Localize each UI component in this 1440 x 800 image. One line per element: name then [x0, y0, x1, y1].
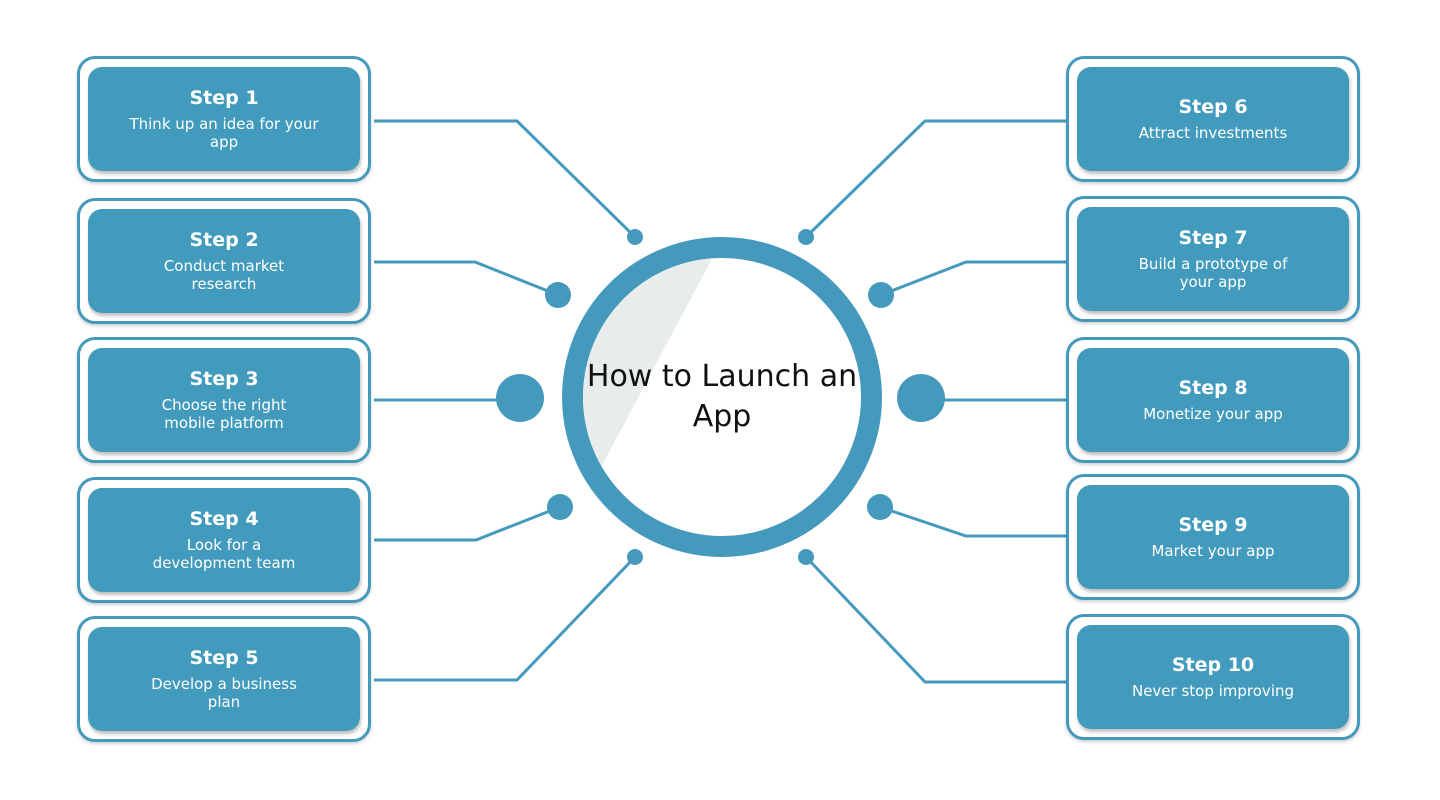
connector-step-9: [879, 505, 1066, 538]
node-dot-3: [496, 374, 544, 422]
node-dot-10: [798, 549, 814, 565]
step-desc: Choose the right mobile platform: [161, 396, 287, 432]
step-card-5: Step 5 Develop a business plan: [77, 616, 371, 742]
node-dot-6: [798, 229, 814, 245]
step-desc: Think up an idea for your app: [129, 115, 319, 151]
step-title: Step 5: [189, 647, 259, 669]
step-desc: Monetize your app: [1143, 405, 1283, 423]
step-card-2: Step 2 Conduct market research: [77, 198, 371, 324]
connector-step-10: [804, 555, 1066, 684]
step-card-9: Step 9 Market your app: [1066, 474, 1360, 600]
step-title: Step 3: [189, 368, 259, 390]
step-title: Step 4: [189, 508, 259, 530]
step-title: Step 6: [1178, 96, 1248, 118]
step-title: Step 7: [1178, 227, 1248, 249]
step-card-1: Step 1 Think up an idea for your app: [77, 56, 371, 182]
connector-step-4: [374, 505, 561, 542]
node-dot-1: [627, 229, 643, 245]
connector-step-2: [374, 260, 559, 297]
node-dot-7: [868, 282, 894, 308]
step-card-4: Step 4 Look for a development team: [77, 477, 371, 603]
step-title: Step 8: [1178, 377, 1248, 399]
node-dot-5: [627, 549, 643, 565]
step-card-7: Step 7 Build a prototype of your app: [1066, 196, 1360, 322]
step-desc: Look for a development team: [152, 536, 296, 572]
node-dot-2: [545, 282, 571, 308]
connector-step-5: [374, 555, 637, 682]
step-desc: Attract investments: [1138, 124, 1288, 142]
node-dot-8: [897, 374, 945, 422]
diagram-title: How to Launch an App: [586, 359, 858, 434]
step-card-3: Step 3 Choose the right mobile platform: [77, 337, 371, 463]
step-title: Step 10: [1171, 654, 1255, 676]
step-title: Step 2: [189, 229, 259, 251]
connector-step-6: [804, 119, 1066, 239]
step-card-8: Step 8 Monetize your app: [1066, 337, 1360, 463]
step-card-10: Step 10 Never stop improving: [1066, 614, 1360, 740]
step-desc: Never stop improving: [1131, 682, 1295, 700]
step-title: Step 1: [189, 87, 259, 109]
step-desc: Market your app: [1151, 542, 1275, 560]
step-desc: Build a prototype of your app: [1138, 255, 1288, 291]
node-dot-9: [867, 494, 893, 520]
center-hub: How to Launch an App: [562, 237, 882, 557]
step-desc: Conduct market research: [163, 257, 285, 293]
node-dot-4: [547, 494, 573, 520]
step-desc: Develop a business plan: [151, 675, 297, 711]
step-card-6: Step 6 Attract investments: [1066, 56, 1360, 182]
connector-step-1: [374, 119, 637, 239]
step-title: Step 9: [1178, 514, 1248, 536]
connector-step-7: [880, 260, 1066, 297]
